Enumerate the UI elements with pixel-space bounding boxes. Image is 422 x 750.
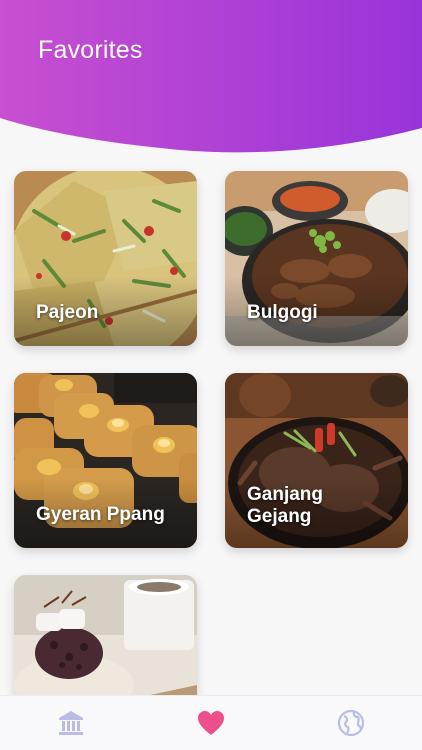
favorite-card-ganjang-gejang[interactable]: Ganjang Gejang (225, 373, 408, 548)
favorite-card-gyeran-ppang[interactable]: Gyeran Ppang (14, 373, 197, 548)
tab-favorites[interactable] (196, 708, 226, 738)
favorite-card-label: Pajeon (36, 302, 99, 323)
header: Favorites (0, 0, 422, 155)
favorite-card-label: Gyeran Ppang (36, 504, 165, 525)
globe-icon (337, 709, 365, 737)
page-title: Favorites (38, 36, 143, 64)
header-background (0, 0, 422, 153)
tab-explore[interactable] (336, 708, 366, 738)
heart-icon (198, 711, 224, 735)
favorite-card-label: Ganjang Gejang (247, 484, 324, 527)
tab-museum[interactable] (56, 708, 86, 738)
favorite-card-bulgogi[interactable]: Bulgogi (225, 171, 408, 346)
favorite-card-label: Bulgogi (247, 302, 318, 323)
favorite-card-pajeon[interactable]: Pajeon (14, 171, 197, 346)
tab-bar (0, 695, 422, 750)
museum-icon (59, 711, 83, 735)
